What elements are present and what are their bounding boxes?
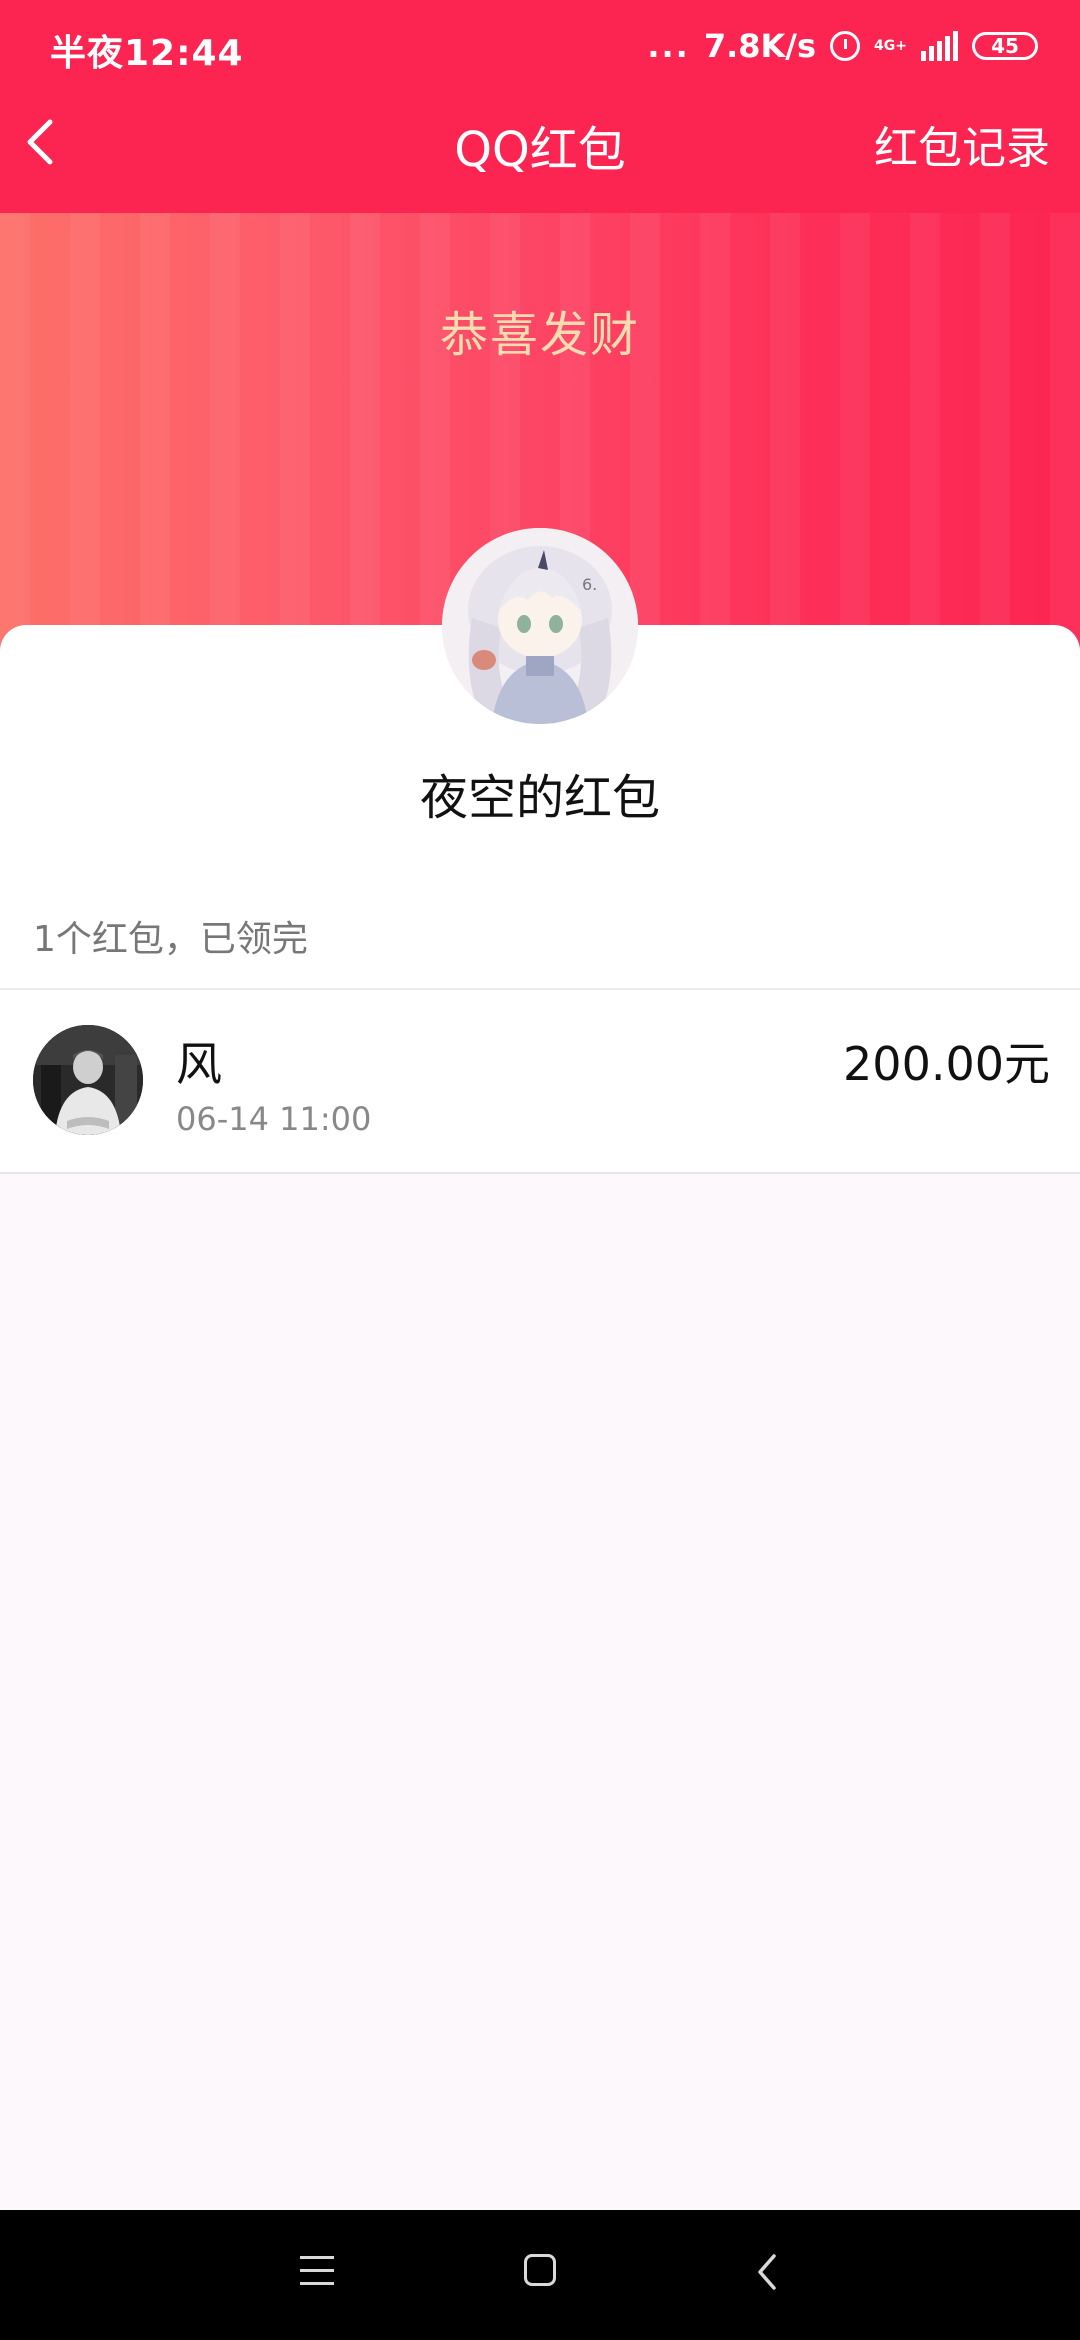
battery-icon: 45 — [972, 32, 1038, 60]
receive-amount: 200.00元 — [843, 1037, 1050, 1091]
receive-time: 06-14 11:00 — [176, 1100, 372, 1138]
signal-icon — [921, 31, 958, 61]
more-dots: ... — [647, 27, 690, 65]
receiver-avatar[interactable] — [33, 1025, 143, 1135]
sender-avatar[interactable]: 6. — [442, 528, 638, 724]
receiver-name: 风 — [176, 1037, 222, 1091]
status-icons: ... 7.8K/s 4G+ 45 — [647, 22, 1038, 70]
records-link[interactable]: 红包记录 — [874, 112, 1050, 176]
packet-summary: 1个红包，已领完 — [33, 919, 308, 960]
greeting-text: 恭喜发财 — [439, 307, 640, 363]
red-packet-detail-screen: 半夜12:44 ... 7.8K/s 4G+ 45 QQ红包 红包记录 恭喜发财 — [0, 0, 1080, 2340]
system-nav-bar — [0, 2210, 1080, 2340]
divider — [0, 1172, 1080, 1174]
sender-packet-title: 夜空的红包 — [419, 770, 660, 826]
top-bar: 半夜12:44 ... 7.8K/s 4G+ 45 QQ红包 红包记录 — [0, 0, 1080, 213]
status-time: 半夜12:44 — [50, 33, 244, 74]
menu-icon[interactable] — [300, 2256, 334, 2288]
network-speed: 7.8K/s — [703, 27, 817, 65]
person-photo-image — [33, 1025, 143, 1135]
anime-avatar-image: 6. — [442, 528, 638, 724]
receiver-row[interactable]: 风 06-14 11:00 200.00元 — [0, 990, 1080, 1172]
network-type-label: 4G+ — [874, 38, 907, 54]
home-icon[interactable] — [524, 2254, 556, 2286]
svg-text:6.: 6. — [582, 575, 597, 594]
back-icon[interactable] — [752, 2250, 782, 2294]
alarm-icon — [830, 31, 861, 61]
